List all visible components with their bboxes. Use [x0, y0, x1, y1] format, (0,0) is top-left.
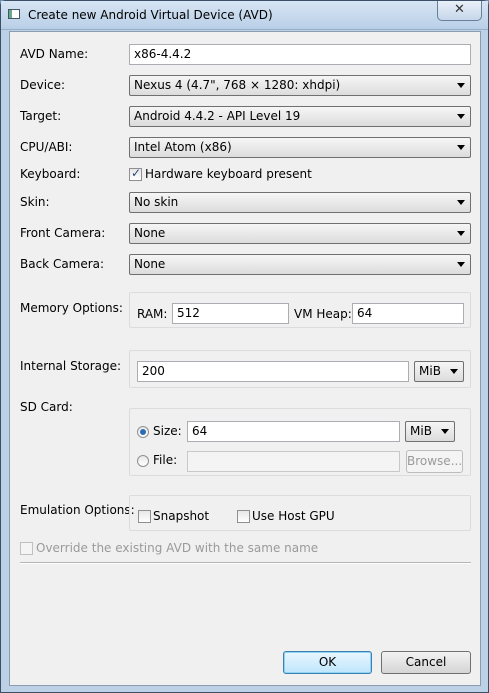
browse-button[interactable]: Browse... — [406, 450, 463, 473]
use-host-gpu-label[interactable]: Use Host GPU — [252, 509, 335, 523]
cpu-abi-label: CPU/ABI: — [20, 140, 73, 154]
sd-file-label[interactable]: File: — [153, 453, 177, 467]
sd-size-unit-value: MiB — [410, 424, 432, 438]
override-avd-checkbox[interactable] — [20, 542, 33, 555]
cpu-abi-select-value: Intel Atom (x86) — [134, 140, 232, 154]
keyboard-label: Keyboard: — [20, 167, 81, 181]
ram-input[interactable]: 512 — [172, 303, 289, 324]
close-icon: ✕ — [454, 2, 465, 17]
emulation-options-group: Snapshot Use Host GPU — [129, 495, 471, 531]
front-camera-label: Front Camera: — [20, 226, 106, 240]
internal-storage-label: Internal Storage: — [20, 359, 122, 373]
dialog-body: AVD Name: x86-4.4.2 Device: Nexus 4 (4.7… — [9, 31, 481, 686]
chevron-down-icon — [457, 83, 465, 88]
close-button[interactable]: ✕ — [437, 1, 482, 21]
override-avd-label[interactable]: Override the existing AVD with the same … — [36, 541, 318, 555]
chevron-down-icon — [450, 369, 458, 374]
memory-options-group: RAM: 512 VM Heap: 64 — [129, 292, 471, 328]
chevron-down-icon — [457, 200, 465, 205]
skin-label: Skin: — [20, 195, 50, 209]
vm-heap-label: VM Heap: — [294, 307, 352, 321]
skin-select[interactable]: No skin — [129, 192, 471, 213]
sd-card-group: Size: 64 MiB File: Browse... — [129, 408, 471, 476]
sd-file-radio[interactable] — [137, 455, 149, 467]
app-window-icon — [8, 9, 20, 19]
separator — [20, 562, 471, 564]
sd-size-radio[interactable] — [137, 426, 149, 438]
use-host-gpu-checkbox[interactable] — [237, 510, 250, 523]
back-camera-select[interactable]: None — [129, 254, 471, 275]
ok-button[interactable]: OK — [283, 651, 372, 674]
title-bar[interactable]: Create new Android Virtual Device (AVD) … — [1, 1, 488, 30]
cancel-button[interactable]: Cancel — [381, 651, 471, 674]
emulation-options-label: Emulation Options: — [20, 503, 135, 517]
back-camera-select-value: None — [134, 257, 166, 271]
sd-size-input[interactable]: 64 — [187, 421, 400, 442]
target-label: Target: — [20, 109, 62, 123]
snapshot-checkbox[interactable] — [138, 510, 151, 523]
device-select[interactable]: Nexus 4 (4.7", 768 × 1280: xhdpi) — [129, 75, 471, 96]
memory-options-label: Memory Options: — [20, 301, 123, 315]
internal-storage-unit-select[interactable]: MiB — [414, 361, 464, 382]
chevron-down-icon — [441, 429, 449, 434]
sd-card-label: SD Card: — [20, 400, 73, 414]
cpu-abi-select[interactable]: Intel Atom (x86) — [129, 137, 471, 158]
chevron-down-icon — [457, 114, 465, 119]
front-camera-select[interactable]: None — [129, 223, 471, 244]
chevron-down-icon — [457, 145, 465, 150]
ram-label: RAM: — [137, 307, 168, 321]
vm-heap-input[interactable]: 64 — [352, 303, 464, 324]
chevron-down-icon — [457, 262, 465, 267]
device-select-value: Nexus 4 (4.7", 768 × 1280: xhdpi) — [134, 78, 341, 92]
sd-file-input[interactable] — [187, 451, 400, 472]
avd-dialog-window: Create new Android Virtual Device (AVD) … — [0, 0, 489, 693]
avd-name-label: AVD Name: — [20, 47, 89, 61]
window-title: Create new Android Virtual Device (AVD) — [28, 8, 273, 22]
chevron-down-icon — [457, 231, 465, 236]
hardware-keyboard-label[interactable]: Hardware keyboard present — [145, 167, 312, 181]
snapshot-label[interactable]: Snapshot — [153, 509, 209, 523]
internal-storage-unit-value: MiB — [419, 364, 441, 378]
internal-storage-input[interactable]: 200 — [137, 361, 409, 382]
back-camera-label: Back Camera: — [20, 257, 105, 271]
internal-storage-group: 200 MiB — [129, 350, 471, 388]
skin-select-value: No skin — [134, 195, 179, 209]
device-label: Device: — [20, 78, 66, 92]
sd-size-label[interactable]: Size: — [153, 424, 182, 438]
target-select[interactable]: Android 4.4.2 - API Level 19 — [129, 106, 471, 127]
hardware-keyboard-checkbox[interactable] — [129, 166, 142, 181]
target-select-value: Android 4.4.2 - API Level 19 — [134, 109, 301, 123]
sd-size-unit-select[interactable]: MiB — [405, 421, 455, 442]
avd-name-input[interactable]: x86-4.4.2 — [129, 44, 471, 65]
front-camera-select-value: None — [134, 226, 166, 240]
